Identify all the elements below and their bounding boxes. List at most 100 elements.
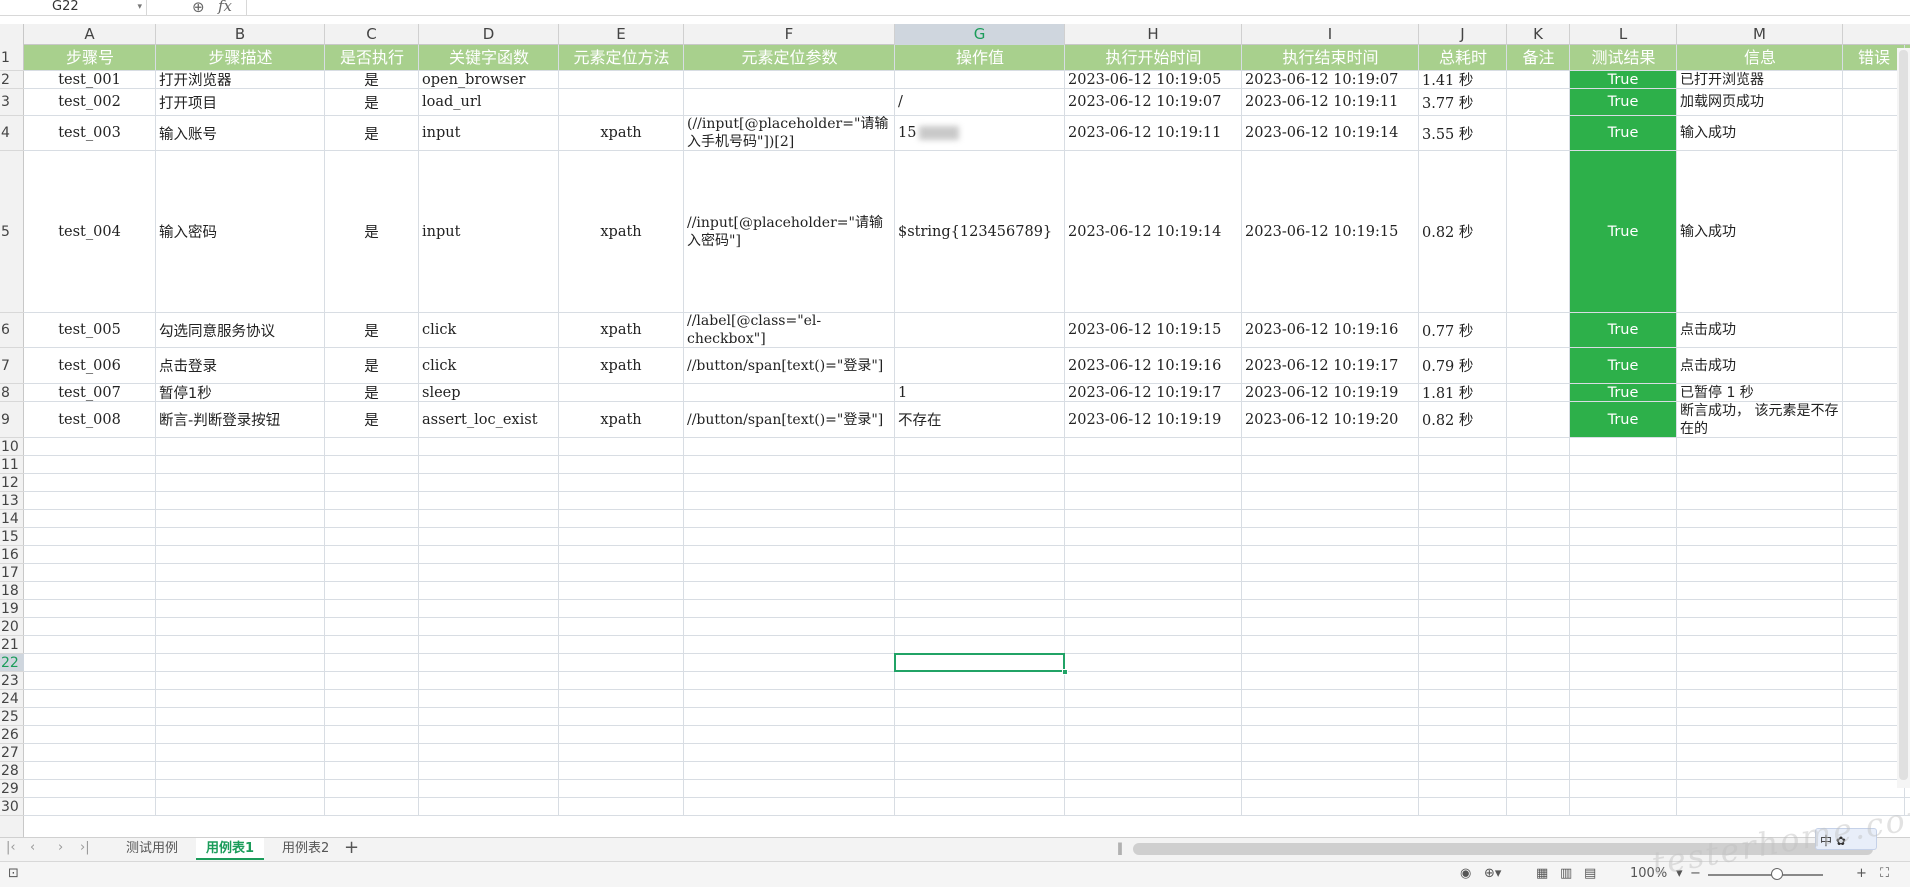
cell-d4[interactable]: input: [419, 116, 558, 150]
cell-i6[interactable]: 2023-06-12 10:19:16: [1242, 313, 1418, 347]
zoom-slider[interactable]: [1708, 874, 1823, 876]
row-header-3[interactable]: 3: [0, 89, 24, 116]
cell-h7[interactable]: 2023-06-12 10:19:16: [1065, 348, 1241, 383]
cell-i8[interactable]: 2023-06-12 10:19:19: [1242, 384, 1418, 401]
row-header-18[interactable]: 18: [0, 582, 24, 600]
cell-g3[interactable]: /: [895, 89, 1064, 115]
header-cell[interactable]: 错误: [1843, 45, 1905, 71]
eye-protect-icon[interactable]: ◉: [1460, 866, 1471, 881]
cell-c4[interactable]: 是: [325, 116, 418, 150]
cell-m8[interactable]: 已暂停 1 秒: [1677, 384, 1842, 401]
cell-e9[interactable]: xpath: [559, 402, 683, 437]
row-header-1[interactable]: 1: [0, 45, 24, 71]
page-break-icon[interactable]: ▤: [1584, 866, 1596, 881]
cell-h8[interactable]: 2023-06-12 10:19:17: [1065, 384, 1241, 401]
cell-d6[interactable]: click: [419, 313, 558, 347]
normal-view-icon[interactable]: ▦: [1536, 866, 1548, 881]
header-cell[interactable]: 元素定位参数: [684, 45, 895, 71]
row-header-11[interactable]: 11: [0, 456, 24, 474]
header-cell[interactable]: 步骤描述: [156, 45, 325, 71]
cell-m5[interactable]: 输入成功: [1677, 151, 1842, 312]
cell-e2[interactable]: [559, 71, 683, 88]
header-cell[interactable]: 备注: [1507, 45, 1570, 71]
zoom-in-icon[interactable]: +: [1856, 866, 1867, 881]
column-header-a[interactable]: A: [24, 24, 156, 45]
cell-l6[interactable]: True: [1570, 313, 1676, 347]
cell-l3[interactable]: True: [1570, 89, 1676, 115]
row-header-17[interactable]: 17: [0, 564, 24, 582]
cell-i4[interactable]: 2023-06-12 10:19:14: [1242, 116, 1418, 150]
row-header-12[interactable]: 12: [0, 474, 24, 492]
row-header-26[interactable]: 26: [0, 726, 24, 744]
vertical-scroll-thumb[interactable]: [1899, 50, 1908, 780]
column-header-e[interactable]: E: [559, 24, 684, 45]
prev-sheet-icon[interactable]: ‹: [30, 840, 35, 855]
zoom-search-icon[interactable]: ⊕: [192, 0, 205, 16]
cell-g9[interactable]: 不存在: [895, 402, 1064, 437]
cell-k8[interactable]: [1507, 384, 1569, 401]
tab-sheet-2[interactable]: 用例表1: [196, 838, 265, 860]
row-header-6[interactable]: 6: [0, 313, 24, 348]
cell-b5[interactable]: 输入密码: [156, 151, 324, 312]
cell-j9[interactable]: 0.82 秒: [1419, 402, 1506, 437]
cell-m6[interactable]: 点击成功: [1677, 313, 1842, 347]
cell-b2[interactable]: 打开浏览器: [156, 71, 324, 88]
cell-j8[interactable]: 1.81 秒: [1419, 384, 1506, 401]
header-cell[interactable]: 操作值: [895, 45, 1065, 71]
tab-sheet-3[interactable]: 用例表2: [272, 838, 339, 860]
macro-record-icon[interactable]: ⊡: [8, 866, 19, 881]
cell-d7[interactable]: click: [419, 348, 558, 383]
row-header-21[interactable]: 21: [0, 636, 24, 654]
cell-c9[interactable]: 是: [325, 402, 418, 437]
cell-i7[interactable]: 2023-06-12 10:19:17: [1242, 348, 1418, 383]
column-header-g[interactable]: G: [895, 24, 1065, 45]
cell-a9[interactable]: test_008: [24, 402, 155, 437]
cell-f7[interactable]: //button/span[text()="登录"]: [684, 348, 894, 383]
cell-i2[interactable]: 2023-06-12 10:19:07: [1242, 71, 1418, 88]
cell-l7[interactable]: True: [1570, 348, 1676, 383]
row-header-16[interactable]: 16: [0, 546, 24, 564]
cell-i9[interactable]: 2023-06-12 10:19:20: [1242, 402, 1418, 437]
next-sheet-icon[interactable]: ›: [58, 840, 63, 855]
language-icon[interactable]: ⊕▾: [1484, 866, 1501, 881]
row-header-20[interactable]: 20: [0, 618, 24, 636]
cell-m9[interactable]: 断言成功， 该元素是不存在的: [1677, 402, 1842, 437]
cell-l5[interactable]: True: [1570, 151, 1676, 312]
name-box[interactable]: G22 ▾: [0, 0, 147, 16]
header-cell[interactable]: 测试结果: [1570, 45, 1677, 71]
cell-k3[interactable]: [1507, 89, 1569, 115]
selected-cell-g22[interactable]: [894, 653, 1065, 672]
column-header-b[interactable]: B: [156, 24, 325, 45]
add-sheet-icon[interactable]: +: [344, 837, 359, 858]
vertical-scrollbar[interactable]: [1897, 48, 1910, 788]
row-header-5[interactable]: 5: [0, 151, 24, 313]
row-header-27[interactable]: 27: [0, 744, 24, 762]
row-header-28[interactable]: 28: [0, 762, 24, 780]
fill-handle[interactable]: [1062, 669, 1068, 675]
header-cell[interactable]: 是否执行: [325, 45, 419, 71]
header-cell[interactable]: 执行开始时间: [1065, 45, 1242, 71]
first-sheet-icon[interactable]: |‹: [6, 840, 16, 855]
row-header-30[interactable]: 30: [0, 798, 24, 816]
cell-f9[interactable]: //button/span[text()="登录"]: [684, 402, 894, 437]
cell-l4[interactable]: True: [1570, 116, 1676, 150]
row-header-8[interactable]: 8: [0, 384, 24, 402]
cell-b7[interactable]: 点击登录: [156, 348, 324, 383]
column-header-h[interactable]: H: [1065, 24, 1242, 45]
cell-k2[interactable]: [1507, 71, 1569, 88]
cell-g5[interactable]: $string{123456789}: [895, 151, 1064, 312]
cell-b4[interactable]: 输入账号: [156, 116, 324, 150]
cell-k7[interactable]: [1507, 348, 1569, 383]
row-header-15[interactable]: 15: [0, 528, 24, 546]
row-header-25[interactable]: 25: [0, 708, 24, 726]
cell-c2[interactable]: 是: [325, 71, 418, 88]
cell-a7[interactable]: test_006: [24, 348, 155, 383]
fx-icon[interactable]: fx: [218, 0, 232, 15]
select-all-corner[interactable]: [0, 24, 24, 45]
cell-h9[interactable]: 2023-06-12 10:19:19: [1065, 402, 1241, 437]
cell-g2[interactable]: [895, 71, 1064, 88]
column-header-j[interactable]: J: [1419, 24, 1507, 45]
row-header-24[interactable]: 24: [0, 690, 24, 708]
cell-d2[interactable]: open_browser: [419, 71, 558, 88]
cell-b3[interactable]: 打开项目: [156, 89, 324, 115]
